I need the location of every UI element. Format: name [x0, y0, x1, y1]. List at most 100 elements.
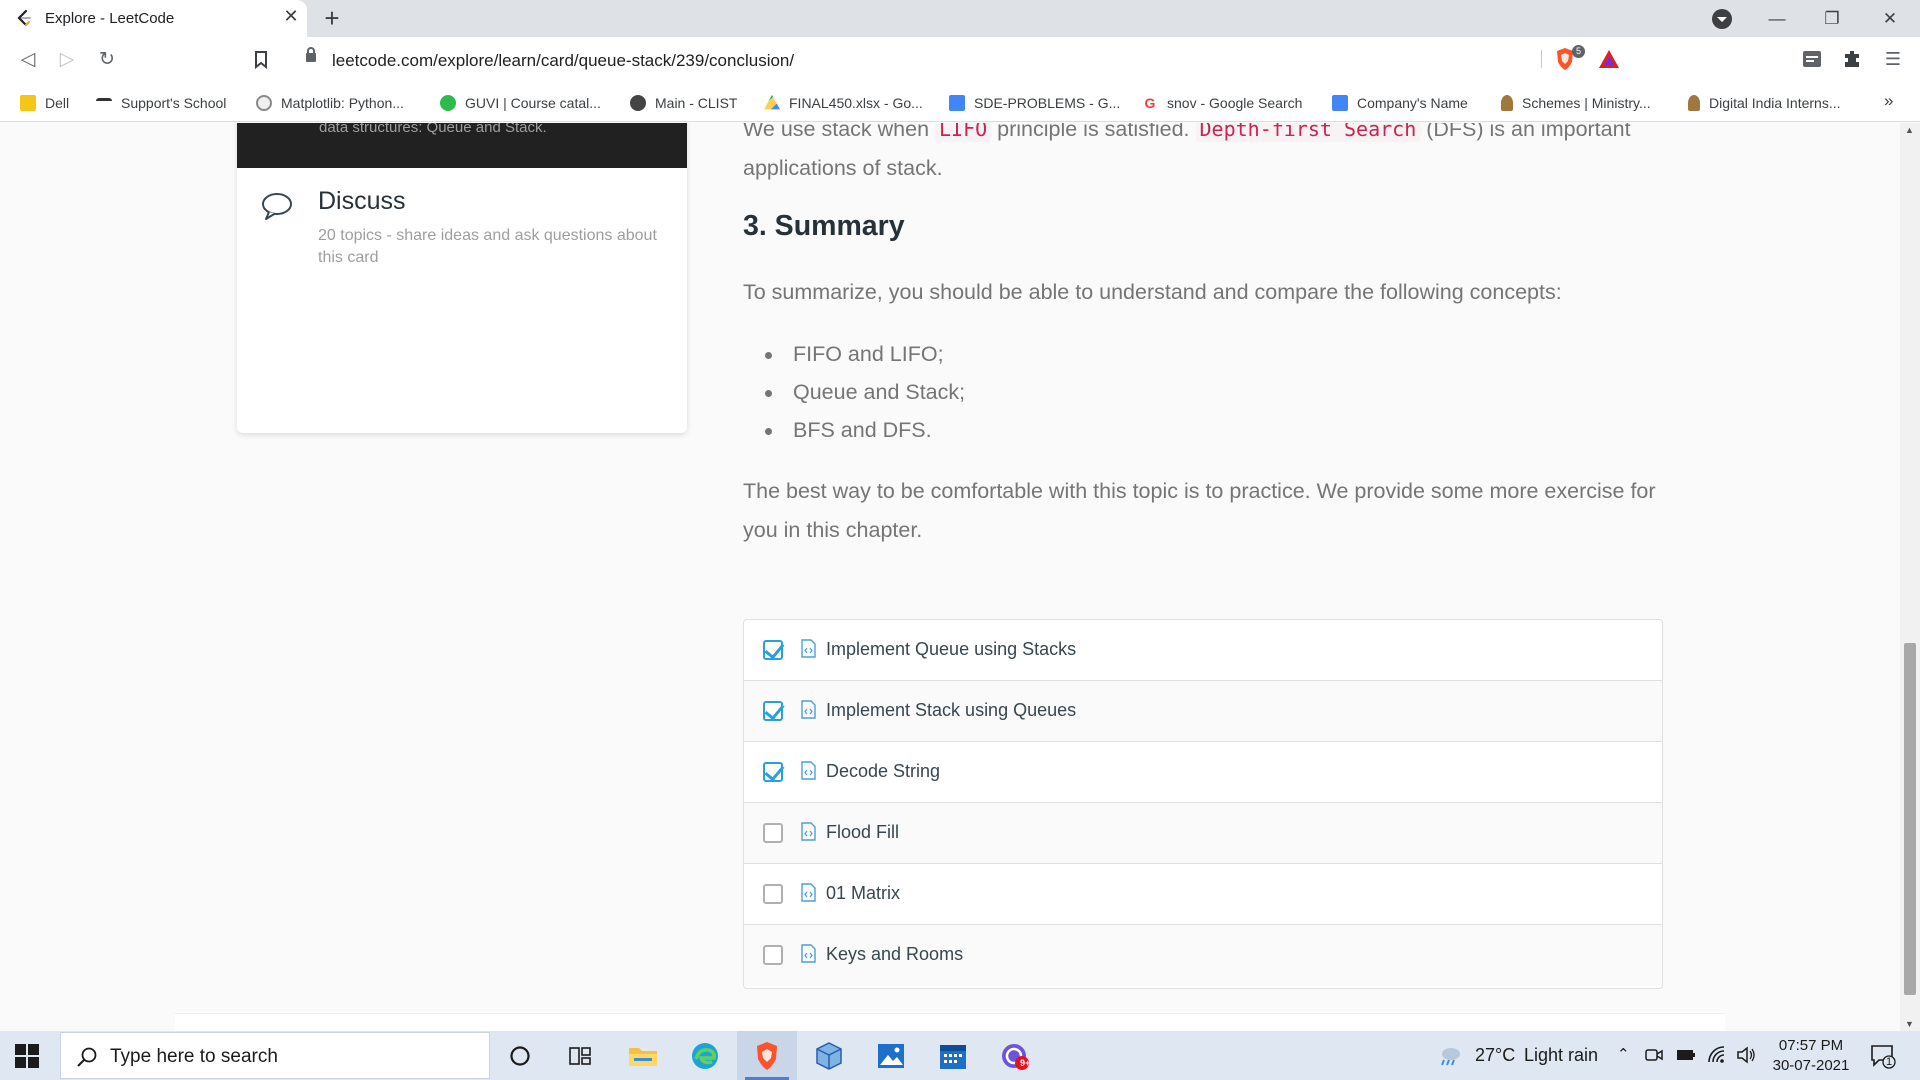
google-icon: G — [1144, 95, 1156, 111]
omnibox-divider — [1541, 50, 1542, 68]
scroll-down-icon[interactable]: ▼ — [1905, 1019, 1914, 1029]
taskbar-clock[interactable]: 07:57 PM 30-07-2021 — [1766, 1036, 1856, 1076]
photos-icon[interactable] — [861, 1031, 921, 1080]
scroll-up-icon[interactable]: ▲ — [1905, 125, 1914, 135]
bookmarks-overflow-icon[interactable]: » — [1884, 91, 1893, 111]
code-file-icon — [801, 761, 816, 780]
completion-checkbox[interactable] — [763, 884, 783, 904]
page-scrollbar[interactable]: ▲ ▼ — [1900, 123, 1920, 1031]
brave-rewards-icon[interactable] — [1597, 48, 1621, 70]
list-item: BFS and DFS. — [765, 411, 965, 449]
menu-icon[interactable]: ☰ — [1880, 46, 1906, 72]
problem-row[interactable]: Implement Queue using Stacks — [744, 620, 1662, 681]
clock-date: 30-07-2021 — [1772, 1057, 1850, 1074]
chat-bubble-icon — [262, 193, 292, 220]
bookmark-dell[interactable]: Dell — [20, 92, 69, 114]
bookmark-supports-school[interactable]: Support's School — [96, 92, 226, 114]
volume-icon[interactable] — [1736, 1046, 1756, 1064]
google-docs-icon — [1332, 95, 1348, 111]
list-item: FIFO and LIFO; — [765, 335, 965, 373]
tab-close-icon[interactable]: ✕ — [280, 6, 302, 27]
reload-icon[interactable]: ↻ — [92, 45, 122, 75]
extensions-icon[interactable] — [1839, 46, 1865, 72]
globe-icon — [630, 95, 646, 111]
page-viewport: data structures: Queue and Stack. Discus… — [0, 123, 1900, 1031]
scrollbar-thumb[interactable] — [1904, 643, 1916, 995]
bookmark-schemes[interactable]: Schemes | Ministry... — [1501, 92, 1651, 114]
code-file-icon — [801, 822, 816, 841]
windows-taskbar: Type here to search 9+ 27°C Light rain ⌃… — [0, 1031, 1920, 1080]
completion-checkbox[interactable] — [763, 640, 783, 660]
problem-title[interactable]: Decode String — [826, 761, 940, 782]
edge-icon[interactable] — [675, 1031, 735, 1080]
problem-title[interactable]: 01 Matrix — [826, 883, 900, 904]
inline-code-lifo: LIFO — [935, 123, 992, 142]
problem-row[interactable]: Implement Stack using Queues — [744, 681, 1662, 742]
completion-checkbox[interactable] — [763, 823, 783, 843]
google-docs-icon — [949, 95, 965, 111]
bookmark-sde-problems[interactable]: SDE-PROBLEMS - G... — [949, 92, 1120, 114]
bookmark-snov[interactable]: Gsnov - Google Search — [1142, 92, 1303, 114]
weather-temp[interactable]: 27°C — [1475, 1045, 1515, 1066]
discuss-link[interactable]: Discuss — [318, 187, 406, 216]
bookmark-matplotlib[interactable]: Matplotlib: Python... — [256, 92, 404, 114]
clock-time: 07:57 PM — [1778, 1037, 1844, 1054]
tray-chevron-up-icon[interactable]: ⌃ — [1617, 1045, 1630, 1063]
wifi-icon[interactable] — [1707, 1045, 1727, 1065]
new-tab-button[interactable]: + — [318, 3, 346, 33]
completion-checkbox[interactable] — [763, 945, 783, 965]
problem-row[interactable]: Decode String — [744, 742, 1662, 803]
bookmark-guvi[interactable]: GUVI | Course catal... — [440, 92, 601, 114]
browser-tab[interactable]: Explore - LeetCode ✕ — [0, 0, 307, 37]
completion-checkbox[interactable] — [763, 762, 783, 782]
google-drive-icon — [764, 95, 780, 110]
battery-icon[interactable] — [1676, 1048, 1696, 1062]
back-icon[interactable]: ◁ — [13, 45, 43, 75]
stack-paragraph: We use stack when LIFO principle is sati… — [743, 123, 1663, 188]
search-icon — [77, 1047, 97, 1067]
mail-app-icon[interactable]: 9+ — [985, 1031, 1045, 1080]
tab-title: Explore - LeetCode — [45, 10, 175, 27]
guvi-icon — [440, 95, 456, 111]
url-text: leetcode.com/explore/learn/card/queue-st… — [332, 51, 795, 70]
meet-now-icon[interactable] — [1645, 1046, 1663, 1064]
address-bar[interactable]: leetcode.com/explore/learn/card/queue-st… — [282, 43, 1632, 77]
reading-list-icon[interactable] — [1799, 46, 1825, 72]
problem-title[interactable]: Flood Fill — [826, 822, 899, 843]
task-view-icon[interactable] — [550, 1031, 610, 1080]
cortana-icon[interactable] — [490, 1031, 550, 1080]
problem-title[interactable]: Keys and Rooms — [826, 944, 963, 965]
bookmark-final450[interactable]: FINAL450.xlsx - Go... — [764, 92, 923, 114]
bookmark-digital-india[interactable]: Digital India Interns... — [1688, 92, 1841, 114]
bookmarks-bar: Dell Support's School Matplotlib: Python… — [0, 83, 1920, 122]
file-explorer-icon[interactable] — [613, 1031, 673, 1080]
problem-title[interactable]: Implement Stack using Queues — [826, 700, 1076, 721]
taskbar-search-input[interactable]: Type here to search — [60, 1032, 490, 1079]
problem-row[interactable]: 01 Matrix — [744, 864, 1662, 925]
completion-checkbox[interactable] — [763, 701, 783, 721]
forward-icon[interactable]: ▷ — [52, 45, 82, 75]
tab-search-icon[interactable] — [1712, 9, 1732, 29]
tab-strip: Explore - LeetCode ✕ + — ❐ ✕ — [0, 0, 1920, 37]
notification-count: 1 — [1885, 1056, 1893, 1068]
mail-badge: 9+ — [1020, 1058, 1031, 1068]
summary-paragraph: To summarize, you should be able to unde… — [743, 280, 1562, 304]
card-description: data structures: Queue and Stack. — [319, 123, 547, 136]
problem-row[interactable]: Keys and Rooms — [744, 925, 1662, 986]
inline-code-dfs: Depth-first Search — [1195, 123, 1421, 142]
brave-browser-icon[interactable] — [737, 1031, 797, 1080]
restore-icon[interactable]: ❐ — [1808, 0, 1856, 37]
weather-desc[interactable]: Light rain — [1524, 1045, 1598, 1066]
problem-row[interactable]: Flood Fill — [744, 803, 1662, 864]
bookmark-icon[interactable] — [246, 45, 276, 75]
problem-title[interactable]: Implement Queue using Stacks — [826, 639, 1076, 660]
windows-start-icon[interactable] — [15, 1044, 39, 1068]
card-overview-banner: data structures: Queue and Stack. — [237, 123, 687, 168]
bookmark-company-name[interactable]: Company's Name — [1332, 92, 1468, 114]
bookmark-clist[interactable]: Main - CLIST — [630, 92, 737, 114]
calendar-icon[interactable] — [923, 1031, 983, 1080]
practice-paragraph: The best way to be comfortable with this… — [743, 479, 1656, 542]
3d-viewer-icon[interactable] — [799, 1031, 859, 1080]
window-close-icon[interactable]: ✕ — [1866, 0, 1914, 37]
minimize-icon[interactable]: — — [1753, 0, 1801, 37]
